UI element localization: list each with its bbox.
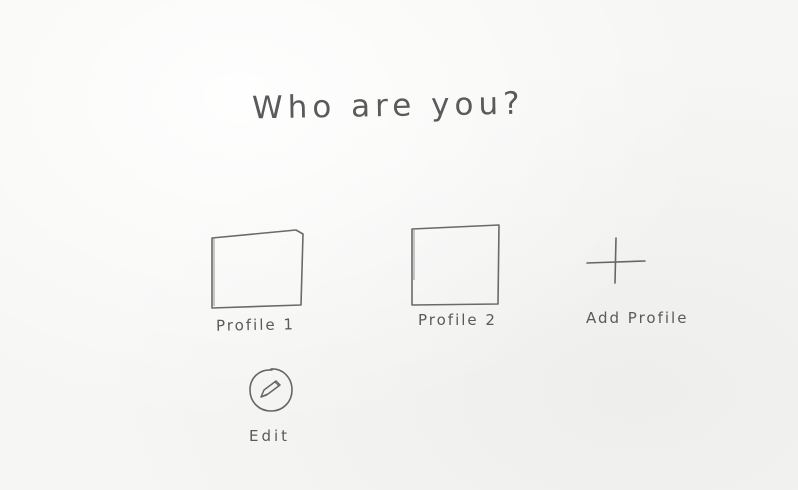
profile-2-tile[interactable]	[408, 220, 504, 310]
profile-1-label[interactable]: Profile 1	[216, 315, 295, 334]
pencil-icon	[249, 368, 293, 412]
page-title: Who are you?	[251, 85, 525, 127]
add-profile-button[interactable]	[584, 236, 650, 286]
edit-label[interactable]: Edit	[249, 427, 290, 445]
add-profile-label[interactable]: Add Profile	[586, 309, 688, 327]
profile-2-avatar	[411, 224, 500, 306]
plus-icon	[586, 237, 646, 284]
edit-button[interactable]	[247, 366, 295, 414]
profile-2-label[interactable]: Profile 2	[418, 311, 497, 329]
profile-1-tile[interactable]	[208, 226, 308, 314]
profile-1-avatar	[211, 229, 304, 309]
paper-background	[0, 0, 798, 490]
